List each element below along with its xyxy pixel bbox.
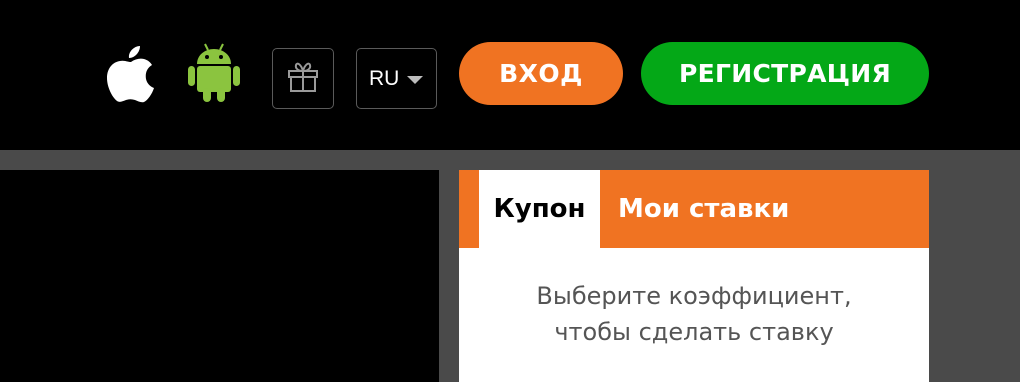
register-button[interactable]: РЕГИСТРАЦИЯ [641, 42, 929, 105]
chevron-down-icon [407, 75, 424, 84]
language-select[interactable]: RU [356, 48, 437, 109]
login-button[interactable]: ВХОД [459, 42, 623, 105]
apple-icon[interactable] [104, 42, 158, 104]
main-panel [0, 170, 439, 382]
tab-coupon[interactable]: Купон [479, 170, 600, 248]
gift-icon [286, 59, 320, 98]
gift-button[interactable] [272, 48, 334, 109]
top-header: RU ВХОД РЕГИСТРАЦИЯ [0, 0, 1020, 150]
bet-slip-panel: Купон Мои ставки Выберите коэффициент, ч… [459, 170, 929, 382]
android-icon[interactable] [186, 42, 242, 104]
empty-message-line-2: чтобы сделать ставку [554, 318, 834, 346]
tab-my-bets[interactable]: Мои ставки [600, 170, 789, 248]
bet-slip-tabs: Купон Мои ставки [459, 170, 929, 248]
language-value: RU [369, 66, 400, 90]
empty-bet-slip-message: Выберите коэффициент, чтобы сделать став… [459, 278, 929, 350]
empty-message-line-1: Выберите коэффициент, [536, 282, 852, 310]
